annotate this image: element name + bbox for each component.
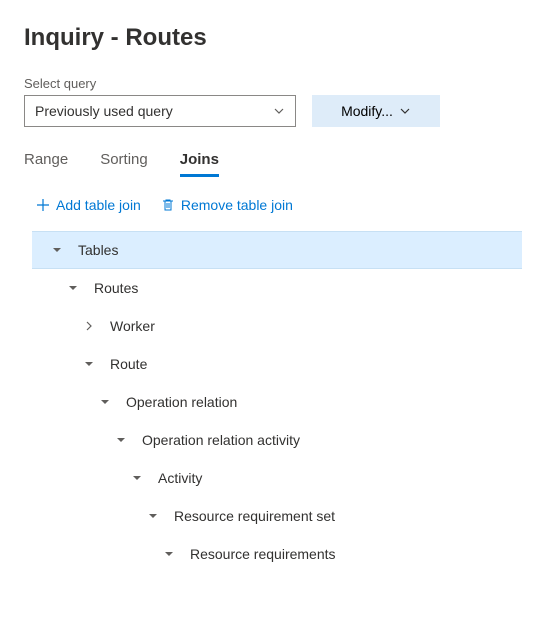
tree-node-operation-relation[interactable]: Operation relation xyxy=(32,383,522,421)
tree-label: Operation relation activity xyxy=(142,432,300,448)
plus-icon xyxy=(36,198,50,212)
expand-toggle-icon[interactable] xyxy=(146,511,160,521)
chevron-down-icon xyxy=(273,105,285,117)
expand-toggle-icon[interactable] xyxy=(130,473,144,483)
trash-icon xyxy=(161,198,175,212)
modify-label: Modify... xyxy=(341,103,393,119)
tree-node-resource-requirements[interactable]: Resource requirements xyxy=(32,535,522,573)
chevron-down-icon xyxy=(399,105,411,117)
tree-label: Resource requirements xyxy=(190,546,336,562)
page-title: Inquiry - Routes xyxy=(24,24,522,52)
tree-label: Activity xyxy=(158,470,202,486)
remove-table-join-button[interactable]: Remove table join xyxy=(161,197,293,213)
toolbar: Add table join Remove table join xyxy=(24,197,522,213)
collapse-toggle-icon[interactable] xyxy=(82,321,96,331)
tree-node-route[interactable]: Route xyxy=(32,345,522,383)
expand-toggle-icon[interactable] xyxy=(98,397,112,407)
add-table-join-button[interactable]: Add table join xyxy=(36,197,141,213)
expand-toggle-icon[interactable] xyxy=(50,245,64,255)
tree-node-resource-requirement-set[interactable]: Resource requirement set xyxy=(32,497,522,535)
tree-label: Route xyxy=(110,356,147,372)
tree-node-operation-relation-activity[interactable]: Operation relation activity xyxy=(32,421,522,459)
tabs: Range Sorting Joins xyxy=(24,151,522,177)
tab-range[interactable]: Range xyxy=(24,151,68,177)
tree-label: Worker xyxy=(110,318,155,334)
tab-sorting[interactable]: Sorting xyxy=(100,151,148,177)
remove-label: Remove table join xyxy=(181,197,293,213)
tree-node-routes[interactable]: Routes xyxy=(32,269,522,307)
tree-node-tables[interactable]: Tables xyxy=(32,231,522,269)
tree-node-activity[interactable]: Activity xyxy=(32,459,522,497)
tree-label: Tables xyxy=(78,242,118,258)
tables-tree: Tables Routes Worker Route Operation rel… xyxy=(24,231,522,573)
query-row: Previously used query Modify... xyxy=(24,95,522,127)
query-label: Select query xyxy=(24,76,522,91)
expand-toggle-icon[interactable] xyxy=(114,435,128,445)
expand-toggle-icon[interactable] xyxy=(66,283,80,293)
tree-label: Routes xyxy=(94,280,138,296)
tree-node-worker[interactable]: Worker xyxy=(32,307,522,345)
query-selected-value: Previously used query xyxy=(35,103,173,119)
expand-toggle-icon[interactable] xyxy=(82,359,96,369)
modify-button[interactable]: Modify... xyxy=(312,95,440,127)
tree-label: Operation relation xyxy=(126,394,237,410)
query-select[interactable]: Previously used query xyxy=(24,95,296,127)
tab-joins[interactable]: Joins xyxy=(180,151,219,177)
tree-label: Resource requirement set xyxy=(174,508,335,524)
add-label: Add table join xyxy=(56,197,141,213)
expand-toggle-icon[interactable] xyxy=(162,549,176,559)
